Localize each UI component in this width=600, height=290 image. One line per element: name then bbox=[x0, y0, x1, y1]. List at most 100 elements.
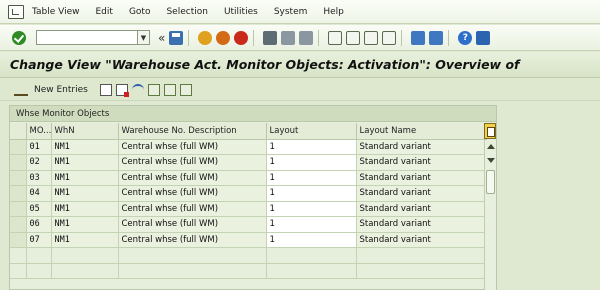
column-header[interactable]: Layout bbox=[266, 123, 357, 140]
row-selector[interactable] bbox=[10, 216, 27, 233]
empty-cell bbox=[118, 247, 267, 264]
menu-bar: Table View Edit Goto Selection Utilities… bbox=[0, 0, 600, 24]
cancel-icon[interactable] bbox=[234, 30, 249, 45]
table-row: 07 NM1 Central whse (full WM) 1 Standard… bbox=[10, 232, 487, 248]
cell-monitor-object: 04 bbox=[26, 185, 52, 202]
cell-warehouse-description: Central whse (full WM) bbox=[118, 216, 267, 233]
row-selector[interactable] bbox=[10, 154, 27, 171]
row-selector[interactable] bbox=[10, 185, 27, 202]
app-window-icon[interactable] bbox=[8, 4, 24, 19]
select-block-icon[interactable] bbox=[163, 83, 176, 96]
cell-warehouse-number: NM1 bbox=[51, 170, 119, 186]
command-field[interactable] bbox=[36, 30, 138, 45]
print-icon[interactable] bbox=[263, 30, 278, 45]
row-selector[interactable] bbox=[10, 263, 27, 279]
empty-cell bbox=[51, 247, 119, 264]
menu-help[interactable]: Help bbox=[323, 7, 344, 17]
cell-layout-name: Standard variant bbox=[356, 216, 487, 233]
cell-warehouse-number: NM1 bbox=[51, 185, 119, 202]
scroll-down-icon[interactable] bbox=[487, 158, 495, 163]
menu-selection[interactable]: Selection bbox=[166, 7, 207, 17]
help-icon[interactable]: ? bbox=[458, 30, 473, 45]
save-icon[interactable] bbox=[169, 30, 184, 45]
cell-warehouse-number: NM1 bbox=[51, 201, 119, 217]
cell-monitor-object: 05 bbox=[26, 201, 52, 217]
create-session-icon[interactable] bbox=[411, 30, 426, 45]
layout-input[interactable]: 1 bbox=[266, 154, 357, 171]
cell-layout-name: Standard variant bbox=[356, 170, 487, 186]
cell-monitor-object: 02 bbox=[26, 154, 52, 171]
layout-input[interactable]: 1 bbox=[266, 185, 357, 202]
table-row: 03 NM1 Central whse (full WM) 1 Standard… bbox=[10, 170, 487, 186]
cell-warehouse-number: NM1 bbox=[51, 154, 119, 171]
exit-icon[interactable] bbox=[216, 30, 231, 45]
cell-monitor-object: 01 bbox=[26, 139, 52, 155]
column-header[interactable]: Warehouse No. Description bbox=[118, 123, 267, 140]
next-page-icon[interactable] bbox=[364, 30, 379, 45]
customize-layout-icon[interactable] bbox=[476, 30, 491, 45]
empty-cell bbox=[356, 247, 487, 264]
row-selector[interactable] bbox=[10, 232, 27, 248]
cell-layout-name: Standard variant bbox=[356, 232, 487, 248]
table-settings-icon[interactable] bbox=[484, 123, 496, 139]
find-icon[interactable] bbox=[281, 30, 296, 45]
delete-icon[interactable] bbox=[115, 83, 129, 97]
table-row: 05 NM1 Central whse (full WM) 1 Standard… bbox=[10, 201, 487, 217]
select-all-icon[interactable] bbox=[147, 83, 160, 96]
cell-layout-name: Standard variant bbox=[356, 154, 487, 171]
scroll-up-icon[interactable] bbox=[487, 144, 495, 149]
new-entries-button[interactable]: New Entries bbox=[34, 85, 88, 95]
select-all-cell[interactable] bbox=[10, 123, 27, 140]
cell-warehouse-description: Central whse (full WM) bbox=[118, 201, 267, 217]
layout-input[interactable]: 1 bbox=[266, 170, 357, 186]
title-bar: Change View "Warehouse Act. Monitor Obje… bbox=[0, 52, 600, 78]
cell-warehouse-description: Central whse (full WM) bbox=[118, 154, 267, 171]
row-selector[interactable] bbox=[10, 247, 27, 264]
previous-page-icon[interactable] bbox=[346, 30, 361, 45]
table-row: 02 NM1 Central whse (full WM) 1 Standard… bbox=[10, 154, 487, 171]
cell-layout-name: Standard variant bbox=[356, 201, 487, 217]
back-icon[interactable] bbox=[198, 30, 213, 45]
empty-cell bbox=[51, 263, 119, 279]
vertical-scrollbar[interactable] bbox=[484, 140, 496, 290]
layout-input[interactable]: 1 bbox=[266, 201, 357, 217]
row-selector[interactable] bbox=[10, 170, 27, 186]
table-header-row: MO... WhN Warehouse No. Description Layo… bbox=[10, 123, 487, 140]
cell-warehouse-number: NM1 bbox=[51, 232, 119, 248]
toolbar-divider bbox=[318, 29, 320, 46]
empty-cell bbox=[266, 263, 357, 279]
table-row: 04 NM1 Central whse (full WM) 1 Standard… bbox=[10, 185, 487, 202]
checkmark-icon[interactable] bbox=[12, 30, 26, 45]
menu-edit[interactable]: Edit bbox=[96, 7, 113, 17]
table-row: 01 NM1 Central whse (full WM) 1 Standard… bbox=[10, 139, 487, 155]
last-page-icon[interactable] bbox=[382, 30, 397, 45]
undo-icon[interactable] bbox=[131, 83, 144, 96]
layout-input[interactable]: 1 bbox=[266, 232, 357, 248]
menu-table-view[interactable]: Table View bbox=[32, 7, 80, 17]
command-dropdown-button[interactable]: ▼ bbox=[138, 30, 150, 45]
toolbar-divider bbox=[448, 29, 450, 46]
column-header[interactable]: MO... bbox=[26, 123, 52, 140]
cell-layout-name: Standard variant bbox=[356, 185, 487, 202]
column-header[interactable]: Layout Name bbox=[356, 123, 487, 140]
first-page-icon[interactable] bbox=[328, 30, 343, 45]
menu-goto[interactable]: Goto bbox=[129, 7, 151, 17]
menu-system[interactable]: System bbox=[274, 7, 308, 17]
copy-icon[interactable] bbox=[99, 83, 112, 96]
column-header[interactable]: WhN bbox=[51, 123, 119, 140]
empty-cell bbox=[356, 263, 487, 279]
glasses-edit-icon[interactable] bbox=[14, 84, 28, 96]
toolbar-divider bbox=[188, 29, 190, 46]
find-next-icon[interactable] bbox=[299, 30, 314, 45]
row-selector[interactable] bbox=[10, 139, 27, 155]
row-selector[interactable] bbox=[10, 201, 27, 217]
menu-utilities[interactable]: Utilities bbox=[224, 7, 258, 17]
deselect-all-icon[interactable] bbox=[179, 83, 192, 96]
cell-monitor-object: 06 bbox=[26, 216, 52, 233]
scroll-thumb[interactable] bbox=[486, 170, 495, 194]
shortcut-icon[interactable] bbox=[429, 30, 444, 45]
layout-input[interactable]: 1 bbox=[266, 139, 357, 155]
collapse-command-icon[interactable]: « bbox=[158, 31, 165, 45]
cell-warehouse-description: Central whse (full WM) bbox=[118, 170, 267, 186]
layout-input[interactable]: 1 bbox=[266, 216, 357, 233]
